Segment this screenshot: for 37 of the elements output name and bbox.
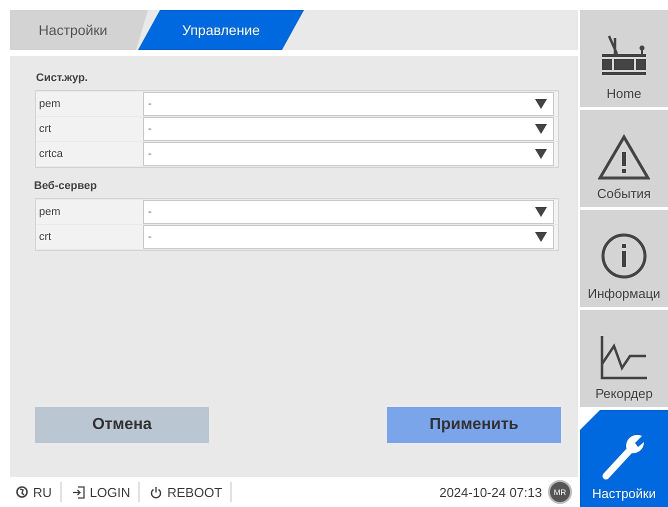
caret-icon	[535, 124, 547, 134]
info-icon	[600, 232, 648, 280]
field-label: pem	[38, 205, 62, 220]
cancel-button[interactable]: Отмена	[35, 407, 209, 443]
dropdown[interactable]: -	[143, 92, 554, 116]
section-title: Сист.жур.	[36, 72, 88, 84]
chart-icon	[600, 334, 648, 380]
dropdown[interactable]: -	[143, 200, 554, 224]
power-icon	[150, 486, 162, 498]
dropdown[interactable]: -	[143, 142, 554, 166]
sidebar-item[interactable]: Рекордер	[580, 310, 668, 407]
sidebar-item[interactable]: Информаци	[580, 210, 668, 307]
apply-button[interactable]: Применить	[387, 407, 561, 443]
language-button[interactable]: RU	[16, 484, 60, 500]
date-time: 2024-10-24 07:13	[439, 484, 542, 500]
user-avatar[interactable]: MR	[548, 480, 572, 504]
globe-icon	[16, 486, 28, 498]
dropdown[interactable]: -	[143, 225, 554, 249]
caret-icon	[535, 232, 547, 242]
warning-icon	[598, 134, 650, 180]
field-label: pem	[38, 97, 62, 112]
tab[interactable]: Управление	[138, 10, 304, 50]
login-button[interactable]: LOGIN	[72, 484, 138, 500]
caret-icon	[535, 149, 547, 159]
login-icon	[72, 486, 85, 498]
dropdown[interactable]: -	[143, 117, 554, 141]
tab[interactable]: Настройки	[10, 10, 148, 50]
sidebar-item[interactable]: Настройки	[580, 410, 668, 507]
caret-icon	[535, 207, 547, 217]
caret-icon	[535, 99, 547, 109]
field-label: crtca	[38, 147, 64, 162]
section-title: Веб-сервер	[34, 180, 97, 192]
reboot-button[interactable]: REBOOT	[150, 484, 230, 500]
field-label: crt	[38, 122, 52, 137]
sidebar-item[interactable]: События	[580, 110, 668, 207]
field-label: crt	[38, 230, 52, 245]
sidebar-item[interactable]: Home	[580, 10, 668, 107]
